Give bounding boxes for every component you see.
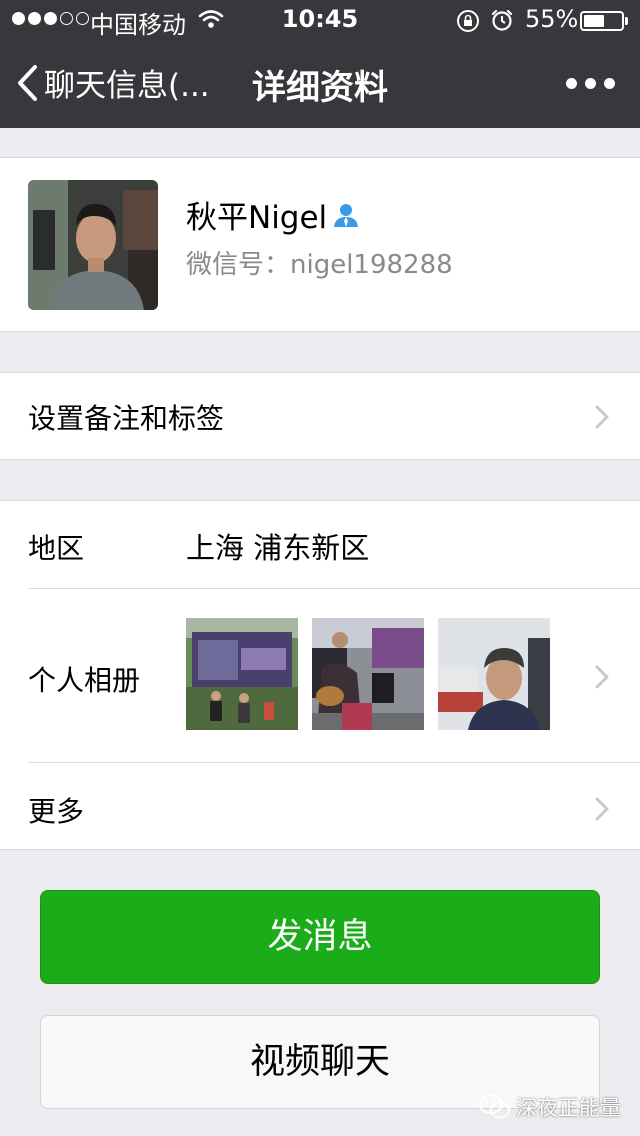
album-photo-image — [186, 618, 298, 730]
alarm-icon — [491, 9, 513, 31]
set-remark-label: 设置备注和标签 — [28, 402, 225, 435]
album-photo[interactable] — [438, 618, 550, 730]
chevron-left-icon — [18, 64, 37, 101]
divider — [28, 762, 640, 763]
ellipsis-icon-dot — [585, 78, 596, 89]
more-label: 更多 — [28, 795, 85, 828]
chevron-right-icon — [595, 665, 609, 689]
album-photo[interactable] — [186, 618, 298, 730]
region-value: 上海 浦东新区 — [186, 531, 370, 565]
nav-bar: 聊天信息(... 详细资料 — [0, 40, 640, 128]
wechat-logo-icon — [479, 1094, 510, 1119]
more-options-button[interactable] — [566, 78, 615, 89]
region-label: 地区 — [28, 532, 85, 565]
set-remark-row[interactable]: 设置备注和标签 — [0, 372, 640, 460]
watermark: 深夜正能量 — [478, 1092, 621, 1122]
album-label: 个人相册 — [28, 664, 141, 697]
profile-card: 秋平Nigel 微信号：nigel198288 — [0, 157, 640, 332]
battery-fill — [584, 15, 604, 27]
album-photo-image — [438, 618, 550, 730]
avatar-image — [28, 180, 158, 310]
person-icon — [334, 203, 359, 227]
orientation-lock-icon — [457, 10, 479, 32]
ellipsis-icon-dot — [566, 78, 577, 89]
back-label: 聊天信息(... — [44, 68, 210, 104]
send-message-button[interactable]: 发消息 — [40, 890, 600, 984]
battery-percent: 55% — [525, 5, 579, 33]
wechat-id: 微信号：nigel198288 — [186, 250, 453, 280]
album-photo[interactable] — [312, 618, 424, 730]
back-button[interactable]: 聊天信息(... — [16, 60, 210, 105]
status-bar: 中国移动 10:45 55% — [0, 0, 640, 40]
album-photo-image — [312, 618, 424, 730]
chevron-right-icon — [595, 797, 609, 821]
avatar[interactable] — [28, 180, 158, 310]
contact-name: 秋平Nigel — [186, 200, 328, 236]
ellipsis-icon-dot — [604, 78, 615, 89]
battery-icon — [580, 11, 624, 31]
top-bar: 中国移动 10:45 55% 聊天信息(... 详细资料 — [0, 0, 640, 128]
watermark-text: 深夜正能量 — [516, 1096, 621, 1120]
chevron-right-icon — [595, 405, 609, 429]
name-row: 秋平Nigel — [186, 192, 361, 237]
divider — [28, 588, 640, 589]
battery-tip — [625, 17, 628, 25]
